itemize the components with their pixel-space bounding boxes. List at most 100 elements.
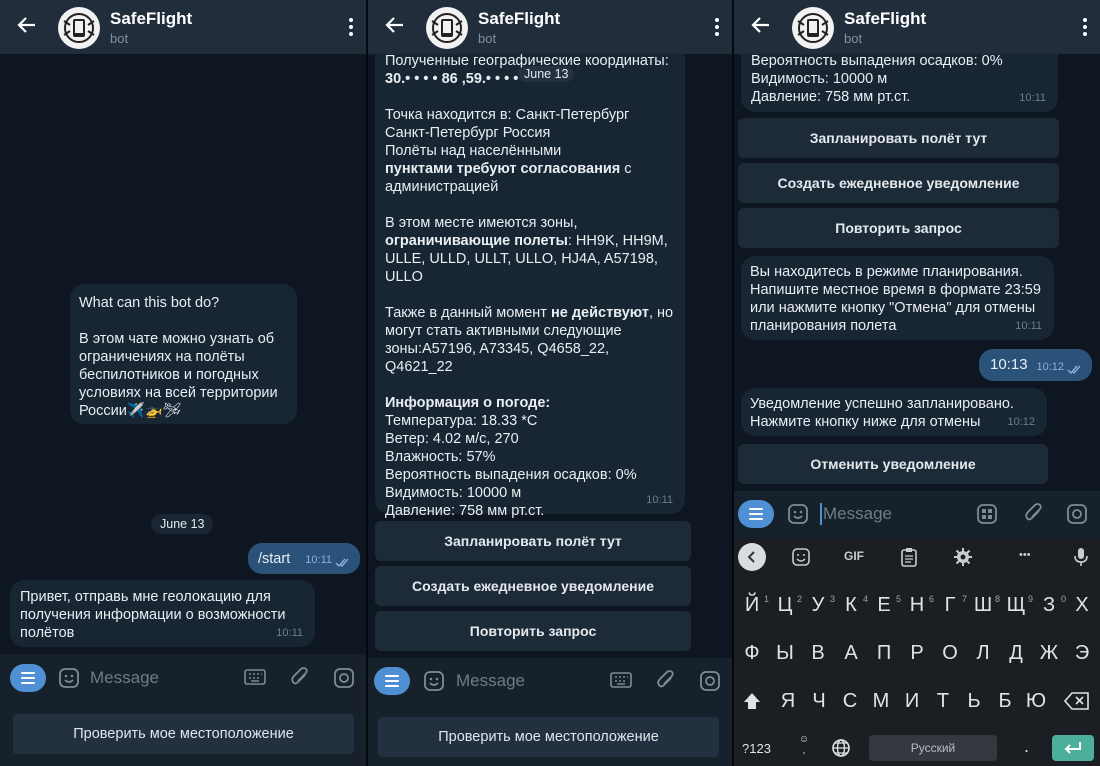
key[interactable]: Э bbox=[1066, 636, 1098, 670]
key[interactable]: Ш8 bbox=[967, 588, 1000, 622]
key[interactable]: Ф bbox=[736, 636, 768, 670]
repeat-request-button[interactable]: Повторить запрос bbox=[738, 208, 1059, 248]
cancel-notification-button[interactable]: Отменить уведомление bbox=[738, 444, 1048, 484]
key[interactable]: К4 bbox=[835, 588, 868, 622]
key[interactable]: Ж bbox=[1033, 636, 1065, 670]
key[interactable]: М bbox=[865, 684, 897, 718]
collapse-toolbar-button[interactable] bbox=[738, 543, 766, 571]
more-menu-icon[interactable] bbox=[348, 16, 354, 38]
message-time: 10:11 bbox=[646, 494, 673, 506]
clipboard-icon[interactable] bbox=[901, 547, 917, 567]
more-menu-icon[interactable] bbox=[714, 16, 720, 38]
key[interactable]: Ь bbox=[958, 684, 990, 718]
daily-notification-button[interactable]: Создать ежедневное уведомление bbox=[375, 566, 691, 606]
key-label: Ш bbox=[973, 594, 993, 616]
incoming-message[interactable]: Привет, отправь мне геолокацию для получ… bbox=[10, 580, 315, 647]
sticker-icon[interactable] bbox=[787, 503, 809, 525]
check-location-button[interactable]: Проверить мое местоположение bbox=[13, 714, 354, 754]
attach-icon[interactable] bbox=[656, 669, 676, 691]
check-location-button[interactable]: Проверить мое местоположение bbox=[378, 717, 719, 757]
keyboard-toolbar: GIF ••• bbox=[734, 538, 1100, 576]
key[interactable]: Й1 bbox=[736, 588, 769, 622]
backspace-icon[interactable] bbox=[1064, 692, 1090, 710]
shift-icon[interactable] bbox=[742, 691, 762, 711]
keyboard-icon[interactable] bbox=[610, 671, 632, 689]
emoji-icon[interactable] bbox=[792, 548, 810, 566]
key[interactable]: Ы bbox=[769, 636, 801, 670]
emoji-grid-icon[interactable] bbox=[976, 503, 998, 525]
plan-flight-button[interactable]: Запланировать полёт тут bbox=[375, 521, 691, 561]
key[interactable]: З0 bbox=[1033, 588, 1066, 622]
scheduled-message[interactable]: Уведомление успешно запланировано. Нажми… bbox=[741, 388, 1047, 436]
comma-emoji-key[interactable]: ☺, bbox=[798, 734, 810, 756]
bot-menu-button[interactable] bbox=[738, 500, 774, 528]
key[interactable]: И bbox=[896, 684, 928, 718]
attach-icon[interactable] bbox=[1024, 502, 1044, 524]
key[interactable]: Ц2 bbox=[769, 588, 802, 622]
microphone-icon[interactable] bbox=[1074, 547, 1088, 567]
period-key[interactable]: . bbox=[1024, 736, 1029, 757]
back-arrow-icon[interactable] bbox=[750, 14, 772, 36]
more-options-button[interactable]: ••• bbox=[1019, 549, 1031, 561]
message-input[interactable]: Message bbox=[90, 668, 159, 688]
settlement-bold: пунктами требуют согласования bbox=[385, 161, 621, 177]
settings-gear-icon[interactable] bbox=[954, 548, 972, 566]
plan-flight-button[interactable]: Запланировать полёт тут bbox=[738, 118, 1059, 158]
key[interactable]: Т bbox=[927, 684, 959, 718]
location-info-message[interactable]: Полученные географические координаты: 30… bbox=[375, 40, 685, 519]
sticker-icon[interactable] bbox=[58, 667, 80, 689]
message-input[interactable]: Message bbox=[823, 504, 892, 524]
attach-icon[interactable] bbox=[290, 666, 310, 688]
keyboard-icon[interactable] bbox=[244, 668, 266, 686]
key[interactable]: О bbox=[934, 636, 966, 670]
key[interactable]: С bbox=[834, 684, 866, 718]
key[interactable]: П bbox=[868, 636, 900, 670]
key[interactable]: А bbox=[835, 636, 867, 670]
bot-avatar[interactable] bbox=[58, 7, 100, 49]
outgoing-message[interactable]: /start 10:11 bbox=[248, 543, 360, 574]
enter-key[interactable] bbox=[1052, 735, 1094, 761]
sticker-icon[interactable] bbox=[423, 670, 445, 692]
read-checkmarks-icon bbox=[335, 558, 349, 567]
bot-name: SafeFlight bbox=[478, 9, 561, 28]
key[interactable]: Л bbox=[967, 636, 999, 670]
key-label: Й bbox=[744, 594, 760, 616]
key[interactable]: В bbox=[802, 636, 834, 670]
space-bar[interactable]: Русский bbox=[869, 735, 997, 761]
bot-avatar[interactable] bbox=[426, 7, 468, 49]
more-menu-icon[interactable] bbox=[1082, 16, 1088, 38]
weather-visibility: Видимость: 10000 м bbox=[751, 71, 888, 87]
message-input[interactable]: Message bbox=[456, 671, 525, 691]
weather-pressure: Давление: 758 мм рт.ст. bbox=[751, 89, 911, 105]
key[interactable]: Е5 bbox=[868, 588, 901, 622]
key[interactable]: Ю bbox=[1020, 684, 1052, 718]
bot-menu-button[interactable] bbox=[10, 664, 46, 692]
back-arrow-icon[interactable] bbox=[384, 14, 406, 36]
key[interactable]: Р bbox=[901, 636, 933, 670]
reply-keyboard: Проверить мое местоположение bbox=[0, 702, 366, 766]
outgoing-message[interactable]: 10:13 10:12 bbox=[979, 349, 1092, 381]
inactive-list: :A57196, A73345, Q4658_22, Q4621_22 bbox=[385, 341, 610, 375]
camera-icon[interactable] bbox=[333, 667, 355, 689]
back-arrow-icon[interactable] bbox=[16, 14, 38, 36]
camera-icon[interactable] bbox=[699, 670, 721, 692]
gif-button[interactable]: GIF bbox=[844, 549, 864, 563]
keyboard-row-3: ЯЧСМИТЬБЮ bbox=[734, 684, 1100, 718]
planning-mode-message[interactable]: Вы находитесь в режиме планирования. Нап… bbox=[741, 256, 1054, 340]
key[interactable]: Н6 bbox=[901, 588, 934, 622]
camera-icon[interactable] bbox=[1066, 503, 1088, 525]
key[interactable]: Б bbox=[989, 684, 1021, 718]
key[interactable]: У3 bbox=[802, 588, 835, 622]
symbols-key[interactable]: ?123 bbox=[742, 741, 771, 756]
repeat-request-button[interactable]: Повторить запрос bbox=[375, 611, 691, 651]
daily-notification-button[interactable]: Создать ежедневное уведомление bbox=[738, 163, 1059, 203]
globe-icon[interactable] bbox=[831, 738, 851, 758]
bot-menu-button[interactable] bbox=[374, 667, 410, 695]
key[interactable]: Х bbox=[1066, 588, 1098, 622]
key[interactable]: Д bbox=[1000, 636, 1032, 670]
key[interactable]: Щ9 bbox=[1000, 588, 1033, 622]
key[interactable]: Я bbox=[772, 684, 804, 718]
key[interactable]: Ч bbox=[803, 684, 835, 718]
key[interactable]: Г7 bbox=[934, 588, 967, 622]
bot-avatar[interactable] bbox=[792, 7, 834, 49]
